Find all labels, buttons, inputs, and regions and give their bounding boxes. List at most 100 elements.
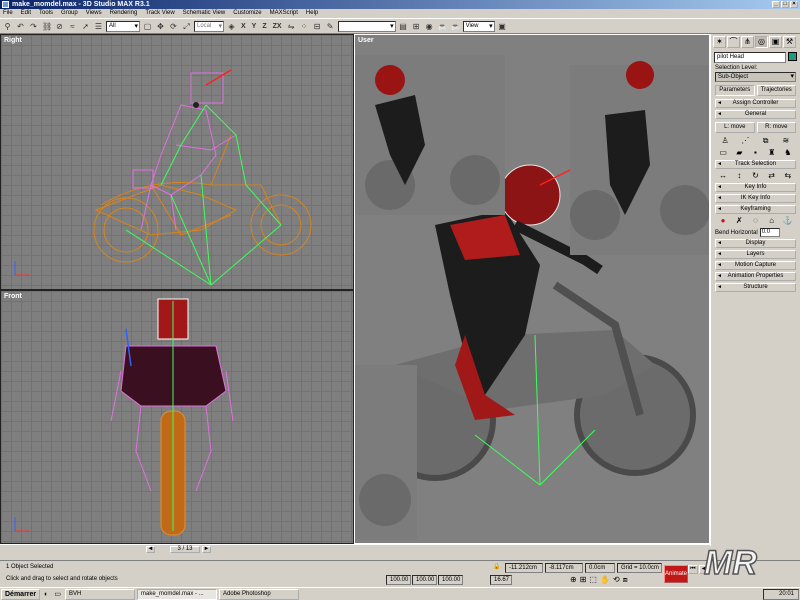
modify-tab-icon[interactable]: ⌒ [727, 36, 740, 48]
select-move-icon[interactable]: ✥ [155, 21, 166, 32]
body-vertical-icon[interactable]: ↕ [734, 171, 744, 181]
lock-selection-icon[interactable]: 🔒 [490, 563, 502, 573]
menu-help[interactable]: Help [306, 9, 318, 18]
transform-gizmo-x[interactable] [205, 69, 232, 86]
menu-customize[interactable]: Customize [233, 9, 261, 18]
set-key-icon[interactable]: ● [718, 216, 728, 226]
menu-maxscript[interactable]: MAXScript [270, 9, 298, 18]
assign-controller-rollout[interactable]: Assign Controller [715, 99, 796, 108]
quick-launch-ie-icon[interactable]: ◐ [42, 591, 50, 598]
select-rotate-icon[interactable]: ⟳ [168, 21, 179, 32]
key-info-rollout[interactable]: Key Info [715, 183, 796, 192]
selection-level-dropdown[interactable]: Sub-Object [715, 72, 796, 82]
schematic-view-icon[interactable]: ⊞ [411, 21, 422, 32]
task-photoshop[interactable]: Adobe Photoshop [219, 588, 299, 600]
start-button[interactable]: Démarrer [1, 588, 41, 600]
structure-rollout[interactable]: Structure [715, 283, 796, 292]
anchor-icon[interactable]: ⚓ [783, 216, 793, 226]
motion-capture-rollout[interactable]: Motion Capture [715, 261, 796, 270]
undo-icon[interactable]: ↶ [15, 21, 26, 32]
mirror-icon[interactable]: ⇋ [286, 21, 297, 32]
menu-schematic-view[interactable]: Schematic View [183, 9, 226, 18]
select-scale-icon[interactable]: ⤢ [181, 21, 192, 32]
render-last-icon[interactable]: ▣ [497, 21, 508, 32]
arc-rotate-icon[interactable]: ⟲ [613, 575, 620, 585]
menu-edit[interactable]: Edit [21, 9, 31, 18]
figure-mode-icon[interactable]: ♙ [720, 136, 730, 146]
keyframing-rollout[interactable]: Keyframing [715, 205, 796, 214]
quick-launch-desktop-icon[interactable]: ▭ [52, 590, 63, 598]
menu-views[interactable]: Views [86, 9, 102, 18]
maximize-button[interactable]: □ [781, 1, 789, 8]
time-slider-left-arrow[interactable]: ◄ [146, 546, 155, 553]
buffer-mode-icon[interactable]: ⧉ [761, 136, 771, 146]
coord-y-field[interactable]: -8.117cm [545, 563, 583, 573]
object-name-field[interactable]: pilot Head [714, 52, 786, 63]
load-file-icon[interactable]: ▭ [718, 148, 728, 158]
selection-filter-dropdown[interactable]: All [106, 20, 140, 32]
render-type-dropdown[interactable]: View [462, 20, 495, 32]
render-scene-icon[interactable]: ☕ [437, 21, 448, 32]
region-select-icon[interactable]: ▢ [142, 21, 153, 32]
pivot-center-icon[interactable]: ◈ [226, 21, 237, 32]
body-rotation-icon[interactable]: ↻ [750, 171, 760, 181]
l-move-button[interactable]: L: move [715, 122, 755, 133]
named-selection-dropdown[interactable] [337, 20, 396, 32]
animate-button[interactable]: Animate [664, 565, 688, 583]
coord-z-field[interactable]: 0.0cm [585, 563, 615, 573]
viewport-right[interactable]: Right [0, 34, 354, 290]
menu-group[interactable]: Group [61, 9, 78, 18]
display-rollout[interactable]: Display [715, 239, 796, 248]
playback-icon[interactable]: ♞ [783, 148, 793, 158]
redo-icon[interactable]: ↷ [28, 21, 39, 32]
bend-horizontal-spinner[interactable]: 0.0 [759, 228, 780, 237]
menu-file[interactable]: File [3, 9, 13, 18]
minimize-button[interactable]: _ [772, 1, 780, 8]
track-selection-rollout[interactable]: Track Selection [715, 160, 796, 169]
create-tab-icon[interactable]: ✶ [713, 36, 726, 48]
task-3dsmax[interactable]: make_momdel.max - ... [137, 588, 217, 600]
quick-render-icon[interactable]: ☕ [450, 21, 461, 32]
go-to-start-icon[interactable]: ⏮ [688, 565, 698, 574]
save-file-icon[interactable]: ▪ [750, 148, 760, 158]
time-slider-right-arrow[interactable]: ► [202, 546, 211, 553]
display-tab-icon[interactable]: ▣ [769, 36, 782, 48]
align-icon[interactable]: ⊟ [312, 21, 323, 32]
in-place-mode-icon[interactable]: ♜ [767, 148, 777, 158]
parameters-button[interactable]: Parameters [715, 85, 755, 96]
coord-system-dropdown[interactable]: Local [194, 20, 224, 32]
material-editor-icon[interactable]: ◉ [424, 21, 435, 32]
open-folder-icon[interactable]: ▰ [734, 148, 744, 158]
select-by-name-icon[interactable]: ☰ [93, 21, 104, 32]
viewport-front[interactable]: Front [0, 290, 354, 544]
restrict-x-button[interactable]: X [239, 21, 248, 32]
select-object-icon[interactable]: ➚ [80, 21, 91, 32]
opposite-icon[interactable]: ⇆ [783, 171, 793, 181]
close-button[interactable]: × [790, 1, 798, 8]
array-icon[interactable]: ⁘ [299, 21, 310, 32]
link-icon[interactable]: ⛓ [41, 21, 52, 32]
unlink-icon[interactable]: ⊘ [54, 21, 65, 32]
menu-track-view[interactable]: Track View [145, 9, 174, 18]
set-free-key-icon[interactable]: ◌ [750, 216, 760, 226]
restrict-y-button[interactable]: Y [250, 21, 259, 32]
coord-x-field[interactable]: -11.212cm [505, 563, 543, 573]
delete-key-icon[interactable]: ✗ [734, 216, 744, 226]
zoom-icon[interactable]: ⊕ [570, 575, 577, 585]
utilities-tab-icon[interactable]: ⚒ [783, 36, 796, 48]
set-planted-key-icon[interactable]: ⌂ [767, 216, 777, 226]
rubber-band-icon[interactable]: ≋ [781, 136, 791, 146]
restrict-zx-button[interactable]: ZX [271, 21, 284, 32]
track-view-icon[interactable]: ▤ [398, 21, 409, 32]
restrict-z-button[interactable]: Z [260, 21, 268, 32]
time-slider-thumb[interactable]: 3 / 13 [170, 546, 200, 553]
zoom-extents-icon[interactable]: ⬚ [589, 575, 597, 585]
zoom-all-icon[interactable]: ⊞ [580, 575, 587, 585]
trajectories-button[interactable]: Trajectories [756, 85, 796, 96]
animation-properties-rollout[interactable]: Animation Properties [715, 272, 796, 281]
r-move-button[interactable]: R: move [756, 122, 796, 133]
viewport-user[interactable]: User [354, 34, 710, 544]
min-max-toggle-icon[interactable]: ⧈ [623, 575, 628, 585]
bind-space-warp-icon[interactable]: ≈ [67, 21, 78, 32]
select-link-icon[interactable]: ⚲ [2, 21, 13, 32]
